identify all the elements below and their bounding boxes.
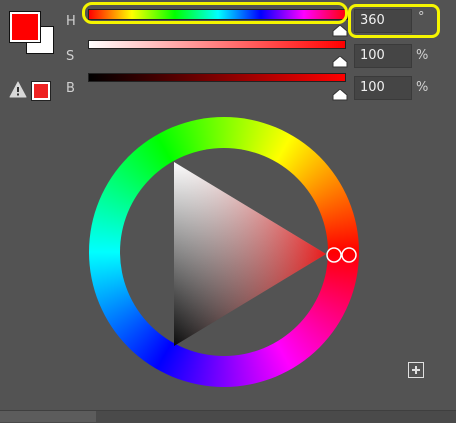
- saturation-unit: %: [416, 48, 429, 63]
- plus-square-icon[interactable]: [408, 362, 424, 378]
- saturation-slider-thumb[interactable]: [332, 53, 348, 72]
- brightness-unit: %: [416, 80, 429, 95]
- brightness-slider-thumb[interactable]: [332, 86, 348, 105]
- saturation-brightness-triangle[interactable]: [170, 160, 330, 350]
- hue-field-highlight: [348, 4, 440, 38]
- hue-slider-thumb[interactable]: [332, 22, 348, 41]
- bottom-panel-tab[interactable]: [0, 411, 96, 422]
- hue-label: H: [66, 14, 76, 29]
- foreground-color-swatch[interactable]: [10, 12, 40, 42]
- warning-triangle-icon[interactable]: [9, 81, 27, 99]
- hue-slider-highlight: [82, 2, 348, 24]
- saturation-label: S: [66, 49, 75, 64]
- brightness-field[interactable]: 100: [354, 76, 412, 100]
- hue-ring-picker-handle[interactable]: [340, 246, 358, 268]
- saturation-field[interactable]: 100: [354, 44, 412, 68]
- brightness-label: B: [66, 81, 75, 96]
- saturation-slider[interactable]: [88, 40, 346, 49]
- gamut-warning-swatch[interactable]: [32, 82, 50, 100]
- brightness-slider[interactable]: [88, 73, 346, 82]
